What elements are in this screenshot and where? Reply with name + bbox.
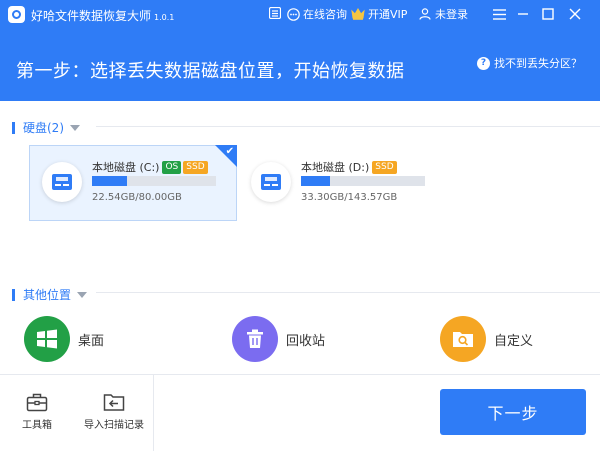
open-vip-label: 开通VIP [368, 8, 408, 21]
disk-name-row: 本地磁盘 (C:) OS SSD [92, 159, 210, 175]
other-section-header[interactable]: 其他位置 [12, 286, 88, 303]
next-step-button[interactable]: 下一步 [440, 389, 586, 435]
folder-import-icon [103, 394, 125, 411]
menu-grid-icon [268, 6, 282, 20]
import-scan-record-label: 导入扫描记录 [84, 420, 144, 431]
disks-section-header[interactable]: 硬盘(2) [12, 119, 80, 136]
disk-card-c[interactable]: ✔ 本地磁盘 (C:) OS SSD 22.54GB/80.00GB [29, 145, 237, 221]
question-icon: ? [477, 56, 490, 70]
minimize-button[interactable] [514, 5, 532, 23]
app-name: 好哈文件数据恢复大师 [31, 9, 152, 23]
import-scan-record-button[interactable]: 导入扫描记录 [84, 392, 144, 431]
location-custom[interactable]: 自定义 [440, 316, 533, 362]
crown-icon [351, 7, 365, 21]
folder-search-icon [440, 316, 486, 362]
disk-name: 本地磁盘 (D:) [301, 161, 370, 174]
login-button[interactable]: 未登录 [418, 6, 468, 22]
disk-card-d[interactable]: 本地磁盘 (D:) SSD 33.30GB/143.57GB [238, 145, 446, 221]
disk-usage-fill [92, 176, 127, 186]
disk-icon [42, 162, 82, 202]
app-version: 1.0.1 [154, 13, 175, 22]
user-icon [418, 7, 432, 21]
minimize-icon [518, 13, 528, 15]
os-badge: OS [162, 160, 182, 174]
close-icon [569, 8, 581, 20]
section-marker [12, 121, 15, 134]
bottom-vertical-divider [153, 375, 154, 451]
trash-icon [232, 316, 278, 362]
maximize-button[interactable] [539, 5, 557, 23]
menu-icon-button[interactable] [268, 6, 285, 20]
bottom-divider [0, 374, 600, 375]
section-divider [96, 126, 600, 127]
section-divider [96, 292, 600, 293]
check-icon: ✔ [225, 146, 234, 157]
windows-icon [24, 316, 70, 362]
disk-size: 33.30GB/143.57GB [301, 192, 398, 203]
ssd-badge: SSD [183, 160, 208, 174]
online-consult-label: 在线咨询 [303, 8, 347, 21]
close-button[interactable] [566, 5, 584, 23]
header: 好哈文件数据恢复大师 1.0.1 在线咨询 开通VIP 未登录 第一步：选择丢失… [0, 0, 600, 101]
title-bar: 好哈文件数据恢复大师 1.0.1 在线咨询 开通VIP 未登录 [0, 0, 600, 30]
online-consult-button[interactable]: 在线咨询 [286, 6, 347, 22]
disk-usage-fill [301, 176, 330, 186]
disk-size: 22.54GB/80.00GB [92, 192, 182, 203]
chat-icon [286, 7, 300, 21]
disk-name-row: 本地磁盘 (D:) SSD [301, 159, 399, 175]
location-label: 回收站 [286, 333, 326, 349]
section-marker [12, 288, 15, 301]
chevron-down-icon [77, 291, 88, 298]
maximize-icon [542, 8, 554, 20]
missing-partition-label: 找不到丢失分区？ [494, 57, 582, 70]
toolbox-button[interactable]: 工具箱 [22, 392, 52, 431]
toolbox-label: 工具箱 [22, 420, 52, 431]
chevron-down-icon [70, 124, 80, 131]
disk-icon [251, 162, 291, 202]
location-label: 桌面 [78, 333, 105, 349]
app-logo-icon [8, 6, 25, 23]
app-title: 好哈文件数据恢复大师 1.0.1 [31, 7, 174, 24]
location-desktop[interactable]: 桌面 [24, 316, 104, 362]
missing-partition-link[interactable]: ? 找不到丢失分区？ [477, 55, 582, 71]
hamburger-icon [492, 8, 506, 20]
disk-name: 本地磁盘 (C:) [92, 161, 160, 174]
location-recycle-bin[interactable]: 回收站 [232, 316, 325, 362]
other-section-title: 其他位置 [23, 288, 72, 302]
disks-section-title: 硬盘(2) [23, 121, 64, 135]
settings-menu-button[interactable] [490, 5, 508, 23]
step-title: 第一步：选择丢失数据磁盘位置，开始恢复数据 [16, 61, 405, 82]
toolbox-icon [26, 393, 48, 412]
disk-usage-bar [301, 176, 425, 186]
disk-usage-bar [92, 176, 216, 186]
open-vip-button[interactable]: 开通VIP [351, 6, 407, 22]
location-label: 自定义 [494, 333, 534, 349]
login-label: 未登录 [435, 8, 468, 21]
ssd-badge: SSD [372, 160, 397, 174]
